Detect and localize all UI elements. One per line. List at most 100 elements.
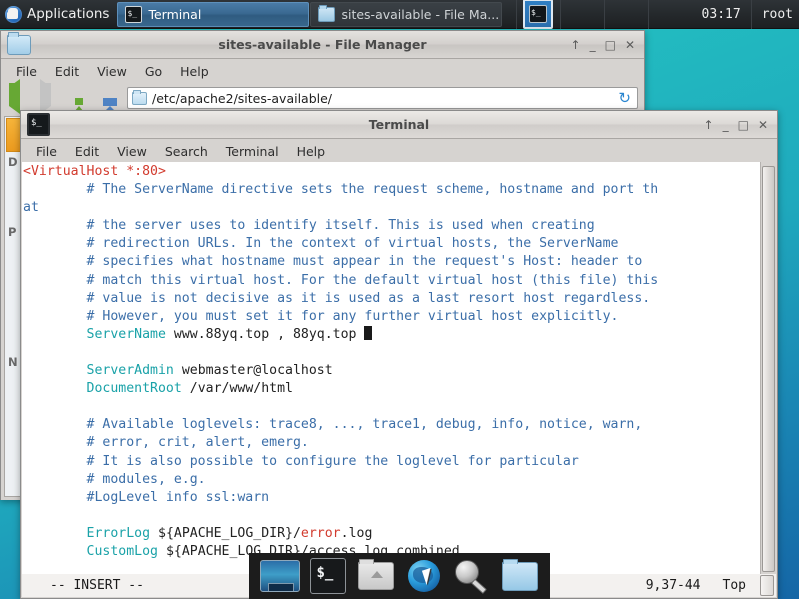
close-button[interactable]: ✕ — [625, 39, 635, 51]
tray-terminal-launcher[interactable] — [515, 0, 560, 29]
terminal-text-content[interactable]: <VirtualHost *:80> # The ServerName dire… — [22, 162, 760, 574]
terminal-window-controls: ↑ _ □ ✕ — [704, 119, 777, 131]
terminal-span — [23, 544, 87, 559]
terminal-span: /var/www/html — [181, 381, 293, 397]
menu-item-go[interactable]: Go — [136, 62, 171, 81]
scroll-position: Top — [722, 578, 746, 593]
terminal-window[interactable]: Terminal ↑ _ □ ✕ File Edit View Search T… — [20, 110, 778, 599]
terminal-span: www.88yq.top , 88yq.top — [165, 326, 365, 342]
maximize-button[interactable]: □ — [605, 39, 616, 51]
tray-slot-1[interactable] — [559, 0, 604, 29]
top-panel: Applications Terminal sites-available - … — [0, 0, 799, 29]
terminal-span: # error, crit, alert, emerg. — [23, 435, 309, 451]
taskbar-item-terminal[interactable]: Terminal — [117, 1, 310, 27]
taskbar-item-label: Terminal — [148, 6, 202, 22]
up-button[interactable] — [67, 87, 93, 117]
terminal-span: CustomLog — [86, 543, 158, 559]
clock[interactable]: 03:17 — [692, 7, 751, 22]
terminal-screen[interactable]: <VirtualHost *:80> # The ServerName dire… — [22, 162, 776, 574]
terminal-line: # Available loglevels: trace8, ..., trac… — [23, 416, 760, 434]
file-manager-menubar: File Edit View Go Help — [1, 59, 644, 83]
terminal-span: # The ServerName directive sets the requ… — [23, 182, 659, 198]
menu-item-help[interactable]: Help — [288, 142, 335, 161]
vim-mode-indicator: -- INSERT -- — [50, 578, 144, 593]
terminal-line: # The ServerName directive sets the requ… — [23, 181, 760, 199]
file-manager-title: sites-available - File Manager — [218, 37, 427, 52]
terminal-span — [23, 526, 87, 541]
home-button[interactable] — [97, 87, 123, 117]
terminal-span: .log — [340, 525, 373, 541]
file-manager-window-controls: ↑ _ □ ✕ — [571, 39, 644, 51]
status-scroll-handle[interactable] — [760, 575, 774, 596]
dock-item-file-manager[interactable] — [498, 557, 542, 595]
terminal-span: # value is not decisive as it is used as… — [23, 290, 651, 306]
menu-item-file[interactable]: File — [27, 142, 66, 161]
applications-menu-button[interactable]: Applications — [0, 0, 117, 29]
dock-item-display[interactable] — [258, 557, 302, 595]
terminal-line: <VirtualHost *:80> — [23, 163, 760, 181]
user-menu[interactable]: root — [750, 0, 799, 29]
forward-button[interactable] — [37, 79, 63, 114]
terminal-line: #LogLevel info ssl:warn — [23, 489, 760, 507]
menu-item-search[interactable]: Search — [156, 142, 217, 161]
menu-item-edit[interactable]: Edit — [46, 62, 88, 81]
dock-item-browser[interactable] — [402, 557, 446, 595]
terminal-line: # specifies what hostname must appear in… — [23, 253, 760, 271]
arrow-right-icon — [40, 79, 51, 114]
folder-icon — [318, 4, 336, 22]
terminal-span — [23, 327, 87, 342]
folder-small-icon — [132, 89, 147, 105]
maximize-button[interactable]: □ — [738, 119, 749, 131]
terminal-span: # However, you must set it for any furth… — [23, 308, 619, 324]
menu-item-terminal[interactable]: Terminal — [217, 142, 288, 161]
minimize-button[interactable]: _ — [590, 39, 596, 51]
terminal-line: DocumentRoot /var/www/html — [23, 380, 760, 398]
taskbar-item-file-manager[interactable]: sites-available - File Ma... — [310, 1, 503, 27]
menu-item-file[interactable]: File — [7, 62, 46, 81]
hand-logo-icon — [5, 5, 22, 23]
terminal-line: ServerAdmin webmaster@localhost — [23, 362, 760, 380]
terminal-span: # match this virtual host. For the defau… — [23, 272, 659, 288]
terminal-span: #LogLevel info ssl:warn — [23, 489, 270, 505]
path-value: /etc/apache2/sites-available/ — [152, 90, 333, 106]
home-folder-icon — [357, 559, 394, 590]
dock-item-terminal[interactable] — [306, 557, 350, 595]
terminal-span: # redirection URLs. In the context of vi… — [23, 236, 619, 252]
applications-menu-label: Applications — [27, 6, 110, 22]
minimize-button[interactable]: _ — [723, 119, 729, 131]
terminal-icon — [27, 113, 50, 136]
menu-item-view[interactable]: View — [108, 142, 156, 161]
terminal-cursor — [364, 325, 373, 340]
terminal-line: # However, you must set it for any furth… — [23, 308, 760, 326]
application-dock — [249, 553, 550, 599]
tray-slot-3[interactable] — [647, 0, 692, 29]
terminal-titlebar[interactable]: Terminal ↑ _ □ ✕ — [21, 111, 777, 139]
terminal-span — [23, 363, 87, 378]
terminal-scrollbar[interactable] — [760, 162, 776, 574]
terminal-icon — [309, 558, 346, 594]
shade-button[interactable]: ↑ — [704, 119, 714, 131]
path-input[interactable]: /etc/apache2/sites-available/ ↻ — [127, 87, 638, 109]
reload-icon[interactable]: ↻ — [618, 89, 633, 107]
terminal-span: ServerAdmin — [86, 363, 174, 379]
terminal-line: # match this virtual host. For the defau… — [23, 272, 760, 290]
arrow-left-icon — [9, 79, 20, 114]
menu-item-edit[interactable]: Edit — [66, 142, 108, 161]
tray-slot-2[interactable] — [603, 0, 648, 29]
menu-item-help[interactable]: Help — [171, 62, 218, 81]
close-button[interactable]: ✕ — [758, 119, 768, 131]
dock-item-home[interactable] — [354, 557, 398, 595]
file-manager-titlebar[interactable]: sites-available - File Manager ↑ _ □ ✕ — [1, 31, 644, 59]
dock-item-search[interactable] — [450, 557, 494, 595]
cursor-position: 9,37-44 — [645, 578, 701, 593]
terminal-line: # It is also possible to configure the l… — [23, 453, 760, 471]
terminal-span: error — [300, 525, 341, 541]
scrollbar-thumb[interactable] — [762, 166, 775, 572]
menu-item-view[interactable]: View — [88, 62, 136, 81]
system-tray: 03:17 root — [515, 0, 799, 29]
terminal-icon — [125, 5, 143, 23]
back-button[interactable] — [7, 79, 33, 114]
shade-button[interactable]: ↑ — [571, 39, 581, 51]
